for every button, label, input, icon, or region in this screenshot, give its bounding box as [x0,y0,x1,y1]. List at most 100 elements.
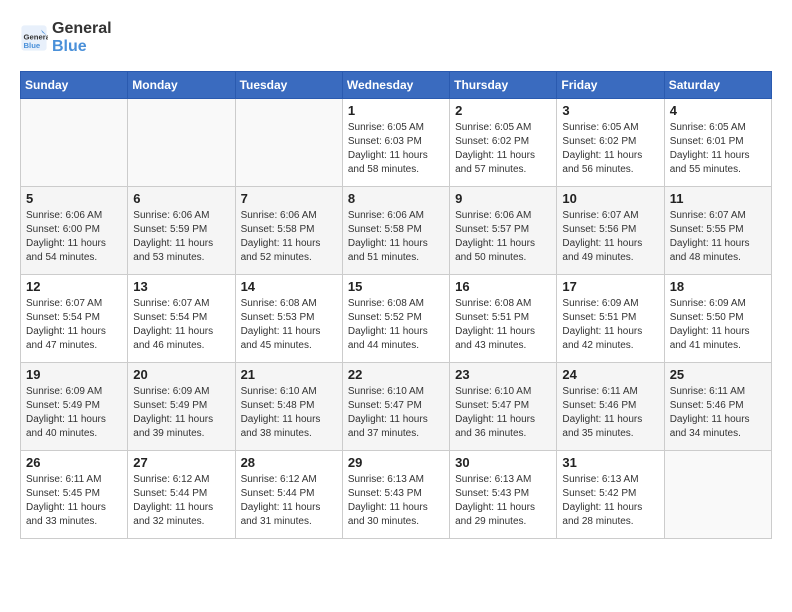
calendar-cell: 8Sunrise: 6:06 AM Sunset: 5:58 PM Daylig… [342,187,449,275]
day-of-week-header: Monday [128,72,235,99]
cell-info: Sunrise: 6:10 AM Sunset: 5:48 PM Dayligh… [241,385,337,441]
calendar-cell: 11 Sunrise: 6:07 AM Sunset: 5:55 PM Dayli… [664,187,771,275]
day-of-week-header: Tuesday [235,72,342,99]
calendar-cell [235,99,342,187]
calendar-cell: 25 Sunrise: 6:11 AM Sunset: 5:46 PM Dayli… [664,363,771,451]
calendar-week-row: 1 Sunrise: 6:05 AM Sunset: 6:03 PM Daylig… [21,99,772,187]
day-of-week-header: Wednesday [342,72,449,99]
calendar-cell: 7 Sunrise: 6:06 AM Sunset: 5:58 PM Daylig… [235,187,342,275]
calendar-cell: 26Sunrise: 6:11 AM Sunset: 5:45 PM Dayli… [21,451,128,539]
calendar-cell: 21 Sunrise: 6:10 AM Sunset: 5:48 PM Dayli… [235,363,342,451]
day-number: 28 [241,455,337,470]
calendar-cell: 9 Sunrise: 6:06 AM Sunset: 5:57 PM Daylig… [450,187,557,275]
cell-info: Sunrise: 6:06 AM Sunset: 5:57 PM Dayligh… [455,209,551,265]
calendar-cell [21,99,128,187]
day-number: 13 [133,279,229,294]
calendar-cell: 16Sunrise: 6:08 AM Sunset: 5:51 PM Dayli… [450,275,557,363]
svg-text:Blue: Blue [24,40,41,49]
cell-info: Sunrise: 6:10 AM Sunset: 5:47 PM Dayligh… [348,385,444,441]
cell-info: Sunrise: 6:11 AM Sunset: 5:46 PM Dayligh… [562,385,658,441]
calendar-cell: 28 Sunrise: 6:12 AM Sunset: 5:44 PM Dayli… [235,451,342,539]
calendar-cell: 2Sunrise: 6:05 AM Sunset: 6:02 PM Daylig… [450,99,557,187]
day-number: 25 [670,367,766,382]
cell-info: Sunrise: 6:05 AM Sunset: 6:02 PM Dayligh… [455,121,551,177]
calendar-table: SundayMondayTuesdayWednesdayThursdayFrid… [20,71,772,539]
cell-info: Sunrise: 6:07 AM Sunset: 5:55 PM Dayligh… [670,209,766,265]
day-number: 22 [348,367,444,382]
cell-info: Sunrise: 6:07 AM Sunset: 5:54 PM Dayligh… [133,297,229,353]
day-number: 17 [562,279,658,294]
day-number: 14 [241,279,337,294]
calendar-cell: 27 Sunrise: 6:12 AM Sunset: 5:44 PM Dayli… [128,451,235,539]
day-of-week-header: Thursday [450,72,557,99]
calendar-cell: 30 Sunrise: 6:13 AM Sunset: 5:43 PM Dayli… [450,451,557,539]
page-header: General Blue General Blue [20,20,772,55]
cell-info: Sunrise: 6:08 AM Sunset: 5:52 PM Dayligh… [348,297,444,353]
cell-info: Sunrise: 6:11 AM Sunset: 5:45 PM Dayligh… [26,473,122,529]
day-number: 3 [562,103,658,118]
day-number: 15 [348,279,444,294]
calendar-cell: 14 Sunrise: 6:08 AM Sunset: 5:53 PM Dayli… [235,275,342,363]
calendar-week-row: 12 Sunrise: 6:07 AM Sunset: 5:54 PM Dayli… [21,275,772,363]
cell-info: Sunrise: 6:08 AM Sunset: 5:53 PM Dayligh… [241,297,337,353]
day-number: 6 [133,191,229,206]
cell-info: Sunrise: 6:09 AM Sunset: 5:51 PM Dayligh… [562,297,658,353]
day-of-week-header: Sunday [21,72,128,99]
cell-info: Sunrise: 6:13 AM Sunset: 5:43 PM Dayligh… [455,473,551,529]
day-number: 23 [455,367,551,382]
day-number: 1 [348,103,444,118]
cell-info: Sunrise: 6:09 AM Sunset: 5:49 PM Dayligh… [26,385,122,441]
cell-info: Sunrise: 6:06 AM Sunset: 5:58 PM Dayligh… [348,209,444,265]
day-number: 12 [26,279,122,294]
cell-info: Sunrise: 6:09 AM Sunset: 5:49 PM Dayligh… [133,385,229,441]
calendar-cell [664,451,771,539]
calendar-cell: 17 Sunrise: 6:09 AM Sunset: 5:51 PM Dayli… [557,275,664,363]
day-number: 19 [26,367,122,382]
cell-info: Sunrise: 6:05 AM Sunset: 6:01 PM Dayligh… [670,121,766,177]
day-number: 11 [670,191,766,206]
logo: General Blue General Blue [20,20,112,55]
cell-info: Sunrise: 6:06 AM Sunset: 5:58 PM Dayligh… [241,209,337,265]
calendar-cell: 19 Sunrise: 6:09 AM Sunset: 5:49 PM Dayli… [21,363,128,451]
calendar-week-row: 26Sunrise: 6:11 AM Sunset: 5:45 PM Dayli… [21,451,772,539]
cell-info: Sunrise: 6:12 AM Sunset: 5:44 PM Dayligh… [133,473,229,529]
day-of-week-header: Saturday [664,72,771,99]
calendar-cell: 6Sunrise: 6:06 AM Sunset: 5:59 PM Daylig… [128,187,235,275]
calendar-cell: 24 Sunrise: 6:11 AM Sunset: 5:46 PM Dayli… [557,363,664,451]
day-number: 29 [348,455,444,470]
day-number: 18 [670,279,766,294]
svg-text:General: General [24,32,49,41]
day-number: 7 [241,191,337,206]
calendar-cell: 23 Sunrise: 6:10 AM Sunset: 5:47 PM Dayli… [450,363,557,451]
day-number: 10 [562,191,658,206]
calendar-week-row: 5Sunrise: 6:06 AM Sunset: 6:00 PM Daylig… [21,187,772,275]
day-of-week-header: Friday [557,72,664,99]
calendar-cell [128,99,235,187]
day-number: 30 [455,455,551,470]
day-number: 21 [241,367,337,382]
calendar-cell: 12Sunrise: 6:07 AM Sunset: 5:54 PM Dayli… [21,275,128,363]
calendar-cell: 4Sunrise: 6:05 AM Sunset: 6:01 PM Daylig… [664,99,771,187]
cell-info: Sunrise: 6:05 AM Sunset: 6:02 PM Dayligh… [562,121,658,177]
day-number: 31 [562,455,658,470]
day-number: 9 [455,191,551,206]
calendar-header-row: SundayMondayTuesdayWednesdayThursdayFrid… [21,72,772,99]
calendar-cell: 10Sunrise: 6:07 AM Sunset: 5:56 PM Dayli… [557,187,664,275]
calendar-cell: 5Sunrise: 6:06 AM Sunset: 6:00 PM Daylig… [21,187,128,275]
cell-info: Sunrise: 6:05 AM Sunset: 6:03 PM Dayligh… [348,121,444,177]
day-number: 24 [562,367,658,382]
calendar-cell: 3 Sunrise: 6:05 AM Sunset: 6:02 PM Daylig… [557,99,664,187]
day-number: 20 [133,367,229,382]
calendar-cell: 29 Sunrise: 6:13 AM Sunset: 5:43 PM Dayli… [342,451,449,539]
logo-icon: General Blue [20,24,48,52]
calendar-cell: 18Sunrise: 6:09 AM Sunset: 5:50 PM Dayli… [664,275,771,363]
calendar-cell: 22 Sunrise: 6:10 AM Sunset: 5:47 PM Dayli… [342,363,449,451]
cell-info: Sunrise: 6:13 AM Sunset: 5:43 PM Dayligh… [348,473,444,529]
cell-info: Sunrise: 6:11 AM Sunset: 5:46 PM Dayligh… [670,385,766,441]
calendar-cell: 13 Sunrise: 6:07 AM Sunset: 5:54 PM Dayli… [128,275,235,363]
calendar-cell: 1 Sunrise: 6:05 AM Sunset: 6:03 PM Daylig… [342,99,449,187]
cell-info: Sunrise: 6:10 AM Sunset: 5:47 PM Dayligh… [455,385,551,441]
cell-info: Sunrise: 6:12 AM Sunset: 5:44 PM Dayligh… [241,473,337,529]
cell-info: Sunrise: 6:08 AM Sunset: 5:51 PM Dayligh… [455,297,551,353]
day-number: 27 [133,455,229,470]
